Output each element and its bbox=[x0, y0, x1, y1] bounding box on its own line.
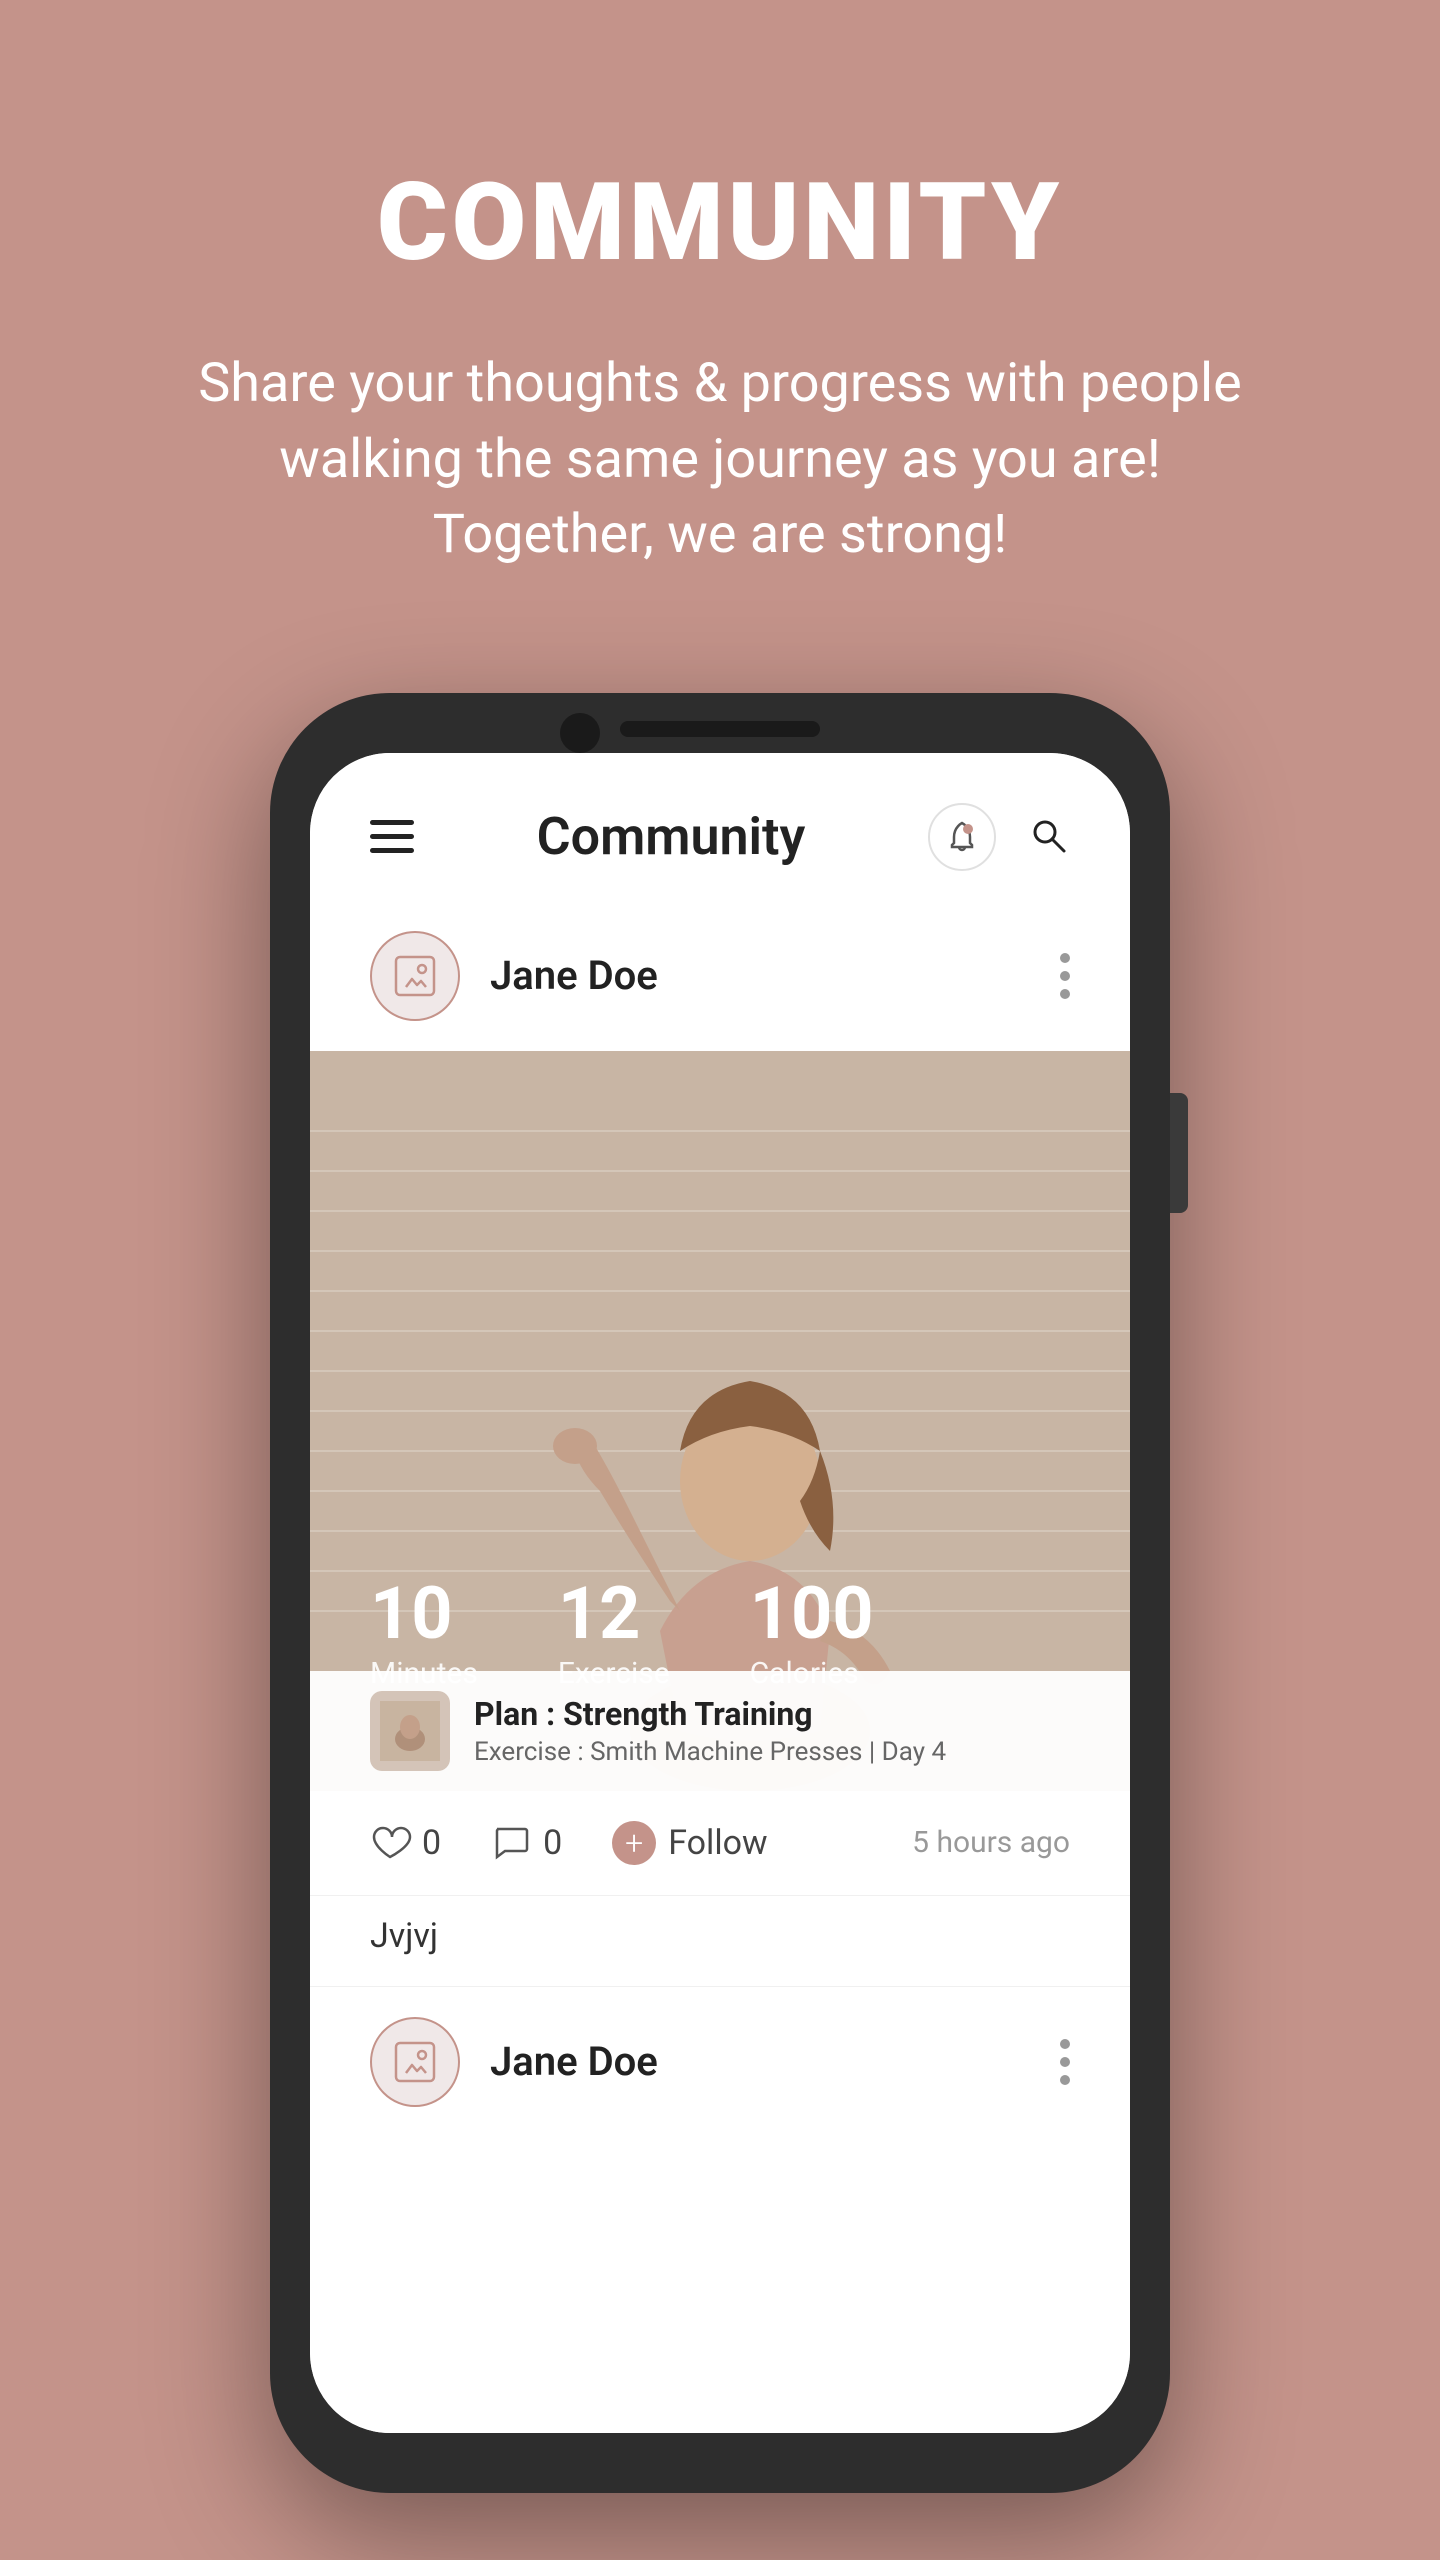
phone-side-button bbox=[1170, 1093, 1188, 1213]
calories-value: 100 bbox=[750, 1578, 874, 1650]
comments-count: 0 bbox=[543, 1823, 562, 1863]
hamburger-menu-button[interactable] bbox=[370, 820, 414, 853]
app-header: Community bbox=[310, 753, 1130, 901]
user-avatar[interactable] bbox=[370, 931, 460, 1021]
phone-speaker bbox=[620, 721, 820, 737]
search-button[interactable] bbox=[1026, 813, 1070, 861]
like-button[interactable]: 0 bbox=[370, 1823, 441, 1863]
minutes-value: 10 bbox=[370, 1578, 453, 1650]
second-post-more-options-button[interactable] bbox=[1060, 2039, 1070, 2085]
plan-details: Plan : Strength Training Exercise : Smit… bbox=[474, 1695, 1070, 1767]
phone-mockup: Community bbox=[270, 693, 1170, 2493]
phone-camera bbox=[560, 713, 600, 753]
comment-button[interactable]: 0 bbox=[491, 1823, 562, 1863]
plan-info-bar: Plan : Strength Training Exercise : Smit… bbox=[310, 1671, 1130, 1791]
second-user-avatar[interactable] bbox=[370, 2017, 460, 2107]
follow-plus-icon: + bbox=[612, 1821, 656, 1865]
second-post-user-name: Jane Doe bbox=[490, 2038, 658, 2085]
follow-button[interactable]: + Follow bbox=[612, 1821, 767, 1865]
post-user-left: Jane Doe bbox=[370, 931, 658, 1021]
plan-title: Plan : Strength Training bbox=[474, 1695, 1070, 1733]
plan-subtitle: Exercise : Smith Machine Presses | Day 4 bbox=[474, 1737, 1070, 1767]
post-more-options-button[interactable] bbox=[1060, 953, 1070, 999]
page-title: COMMUNITY bbox=[377, 160, 1063, 286]
post-time-ago: 5 hours ago bbox=[912, 1825, 1070, 1860]
plan-thumbnail bbox=[370, 1691, 450, 1771]
post-user-row: Jane Doe bbox=[310, 901, 1130, 1051]
post-user-name: Jane Doe bbox=[490, 952, 658, 999]
likes-count: 0 bbox=[422, 1823, 441, 1863]
second-post-user-left: Jane Doe bbox=[370, 2017, 658, 2107]
second-post-user-row: Jane Doe bbox=[310, 1986, 1130, 2137]
app-header-title: Community bbox=[537, 806, 806, 867]
phone-screen: Community bbox=[310, 753, 1130, 2433]
header-icons bbox=[928, 803, 1070, 871]
notification-button[interactable] bbox=[928, 803, 996, 871]
exercise-value: 12 bbox=[558, 1578, 641, 1650]
post-image: 10 Minutes 12 Exercise 100 Calories bbox=[310, 1051, 1130, 1791]
post-actions-row: 0 0 + Follow 5 hours ago bbox=[310, 1791, 1130, 1896]
page-subtitle: Share your thoughts & progress with peop… bbox=[170, 346, 1270, 573]
post-caption: Jvjvj bbox=[310, 1896, 1130, 1986]
follow-label: Follow bbox=[668, 1823, 767, 1863]
post-card: Jane Doe bbox=[310, 901, 1130, 2433]
